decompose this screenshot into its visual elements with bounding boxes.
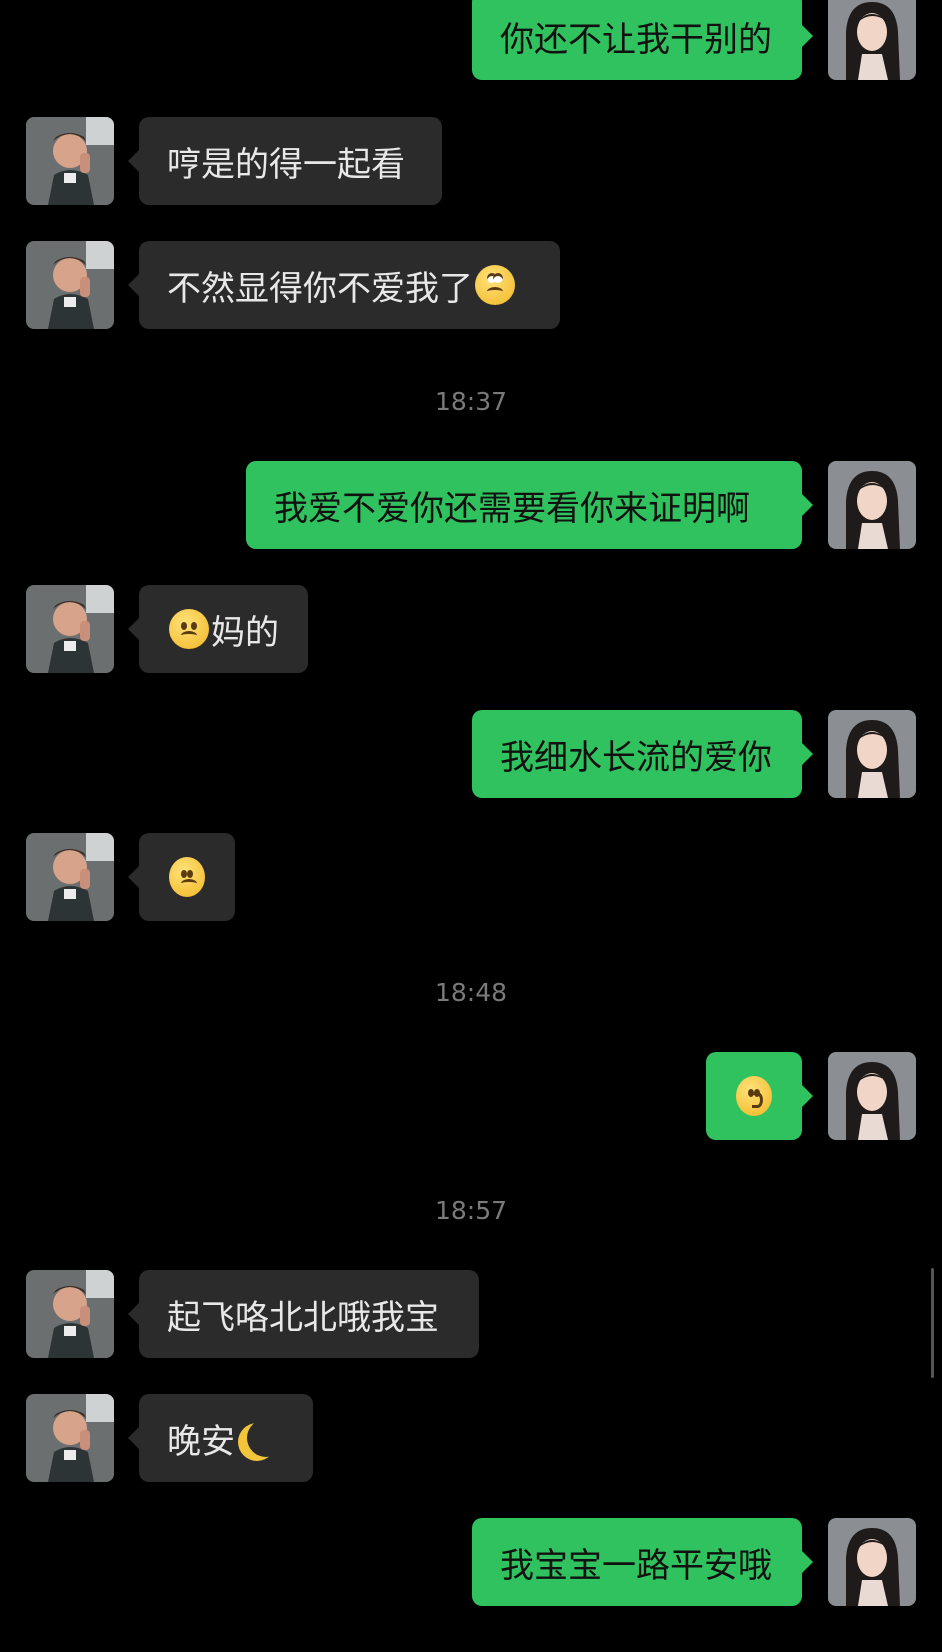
message-text: 我细水长流的爱你 (500, 737, 772, 778)
incoming-message-bubble[interactable]: 哼是的得一起看 (128, 117, 442, 205)
incoming-message-bubble[interactable]: 起飞咯北北哦我宝 (128, 1270, 479, 1358)
outgoing-message-bubble[interactable]: 我爱不爱你还需要看你来证明啊 (246, 461, 813, 549)
my-avatar[interactable] (828, 0, 916, 80)
message-text: 妈的 (211, 612, 279, 653)
message-text: 我爱不爱你还需要看你来证明啊 (274, 488, 750, 529)
message-text: 起飞咯北北哦我宝 (167, 1297, 439, 1338)
my-avatar[interactable] (828, 1518, 916, 1606)
outgoing-message-bubble[interactable] (706, 1052, 813, 1140)
incoming-message-bubble[interactable]: 晚安 (128, 1394, 313, 1482)
my-avatar[interactable] (828, 710, 916, 798)
kissing-emoji-icon (736, 1076, 772, 1116)
message-text: 不然显得你不爱我了 (167, 268, 473, 309)
crescent-moon-emoji-icon (247, 1419, 285, 1457)
message-text: 我宝宝一路平安哦 (500, 1545, 772, 1586)
contact-avatar[interactable] (26, 585, 114, 673)
my-avatar[interactable] (828, 461, 916, 549)
frowning-emoji-icon (169, 609, 209, 649)
contact-avatar[interactable] (26, 117, 114, 205)
message-text: 晚安 (167, 1421, 235, 1462)
contact-avatar[interactable] (26, 1270, 114, 1358)
incoming-message-bubble[interactable]: 不然显得你不爱我了 (128, 241, 560, 329)
incoming-message-bubble[interactable] (128, 833, 235, 921)
message-timestamp: 18:48 (434, 978, 508, 1007)
outgoing-message-bubble[interactable]: 我宝宝一路平安哦 (472, 1518, 813, 1606)
outgoing-message-bubble[interactable]: 你还不让我干别的 (472, 0, 813, 80)
contact-avatar[interactable] (26, 1394, 114, 1482)
rolling-eyes-emoji-icon (475, 265, 515, 305)
incoming-message-bubble[interactable]: 妈的 (128, 585, 308, 673)
scrollbar[interactable] (931, 1268, 934, 1378)
message-text: 哼是的得一起看 (167, 144, 405, 185)
chat-area[interactable]: 你还不让我干别的哼是的得一起看不然显得你不爱我了我爱不爱你还需要看你来证明啊妈的… (0, 0, 942, 1652)
my-avatar[interactable] (828, 1052, 916, 1140)
contact-avatar[interactable] (26, 241, 114, 329)
message-timestamp: 18:57 (434, 1196, 508, 1225)
message-text: 你还不让我干别的 (500, 19, 772, 60)
contact-avatar[interactable] (26, 833, 114, 921)
frowning-emoji-icon (169, 857, 205, 897)
message-timestamp: 18:37 (434, 387, 508, 416)
outgoing-message-bubble[interactable]: 我细水长流的爱你 (472, 710, 813, 798)
